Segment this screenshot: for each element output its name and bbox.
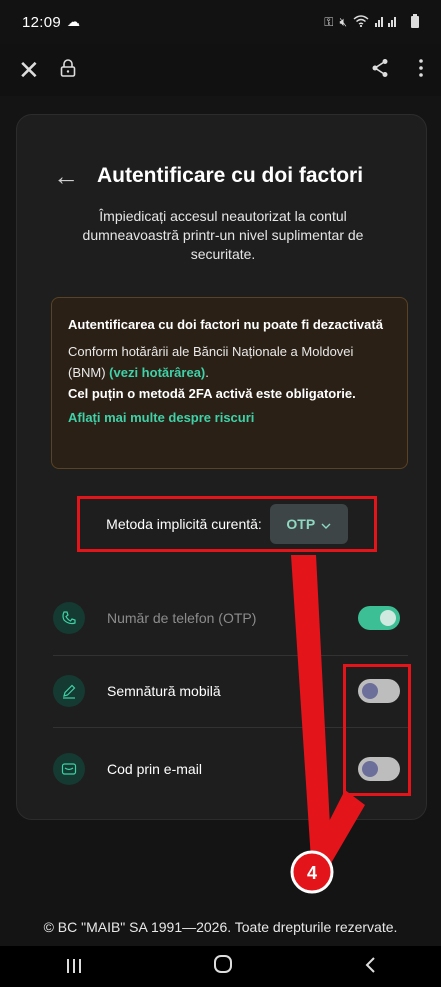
page-subtitle: Împiedicați accesul neautorizat la contu…: [82, 208, 364, 262]
more-vertical-icon[interactable]: [419, 58, 423, 82]
warning-text-suffix: .: [205, 365, 209, 380]
phone-otp-toggle[interactable]: [358, 606, 400, 630]
option-label: Număr de telefon (OTP): [107, 610, 257, 626]
wifi-icon: [353, 14, 369, 30]
back-icon[interactable]: [364, 954, 376, 980]
warning-title: Autentificarea cu doi factori nu poate f…: [68, 317, 383, 332]
header: ← Autentificare cu doi factori: [53, 163, 363, 189]
envelope-icon: [53, 753, 85, 785]
default-method-highlight: Metoda implicită curentă: OTP: [77, 496, 377, 552]
close-icon[interactable]: ✕: [18, 55, 40, 86]
page-title: Autentificare cu doi factori: [97, 164, 364, 187]
battery-icon: [411, 13, 419, 31]
option-label: Cod prin e-mail: [107, 761, 202, 777]
cloud-icon: ☁: [67, 14, 81, 29]
default-method-value: OTP: [286, 516, 316, 532]
toggle-knob: [380, 610, 396, 626]
home-icon[interactable]: [213, 954, 233, 980]
chevron-down-icon: [321, 516, 331, 532]
key-icon: ⚿: [324, 14, 334, 29]
status-bar: 12:09 ☁ ⚿ 🔇︎: [0, 0, 441, 44]
page-content: ← Autentificare cu doi factori Împiedica…: [0, 96, 441, 946]
share-icon[interactable]: [371, 58, 389, 83]
copyright-footer: © BC "MAIB" SA 1991—2026. Toate drepturi…: [43, 919, 398, 935]
toggles-highlight: [343, 664, 411, 796]
pen-icon: [53, 675, 85, 707]
option-label: Semnătură mobilă: [107, 683, 221, 699]
option-phone-otp: Număr de telefon (OTP): [53, 582, 408, 654]
status-icons: ⚿ 🔇︎: [324, 13, 419, 31]
warning-bold: Cel puțin o metodă 2FA activă este oblig…: [68, 386, 356, 401]
decision-link[interactable]: (vezi hotărârea): [109, 365, 205, 380]
learn-more-link[interactable]: Aflați mai multe despre riscuri: [68, 410, 391, 425]
signal-icon: [375, 15, 405, 30]
default-method-label: Metoda implicită curentă:: [106, 516, 262, 532]
mute-icon: 🔇︎: [339, 14, 347, 29]
clock: 12:09: [22, 13, 62, 31]
default-method-select[interactable]: OTP: [269, 504, 348, 544]
phone-icon: [53, 602, 85, 634]
warning-text: Conform hotărârii ale Băncii Naționale a…: [68, 341, 391, 404]
recents-icon[interactable]: [65, 954, 83, 980]
lock-icon[interactable]: [60, 58, 76, 82]
browser-toolbar: ✕: [0, 44, 441, 96]
warning-box: Autentificarea cu doi factori nu poate f…: [51, 297, 408, 469]
back-arrow-icon[interactable]: ←: [53, 163, 79, 189]
android-nav-bar: [0, 946, 441, 987]
